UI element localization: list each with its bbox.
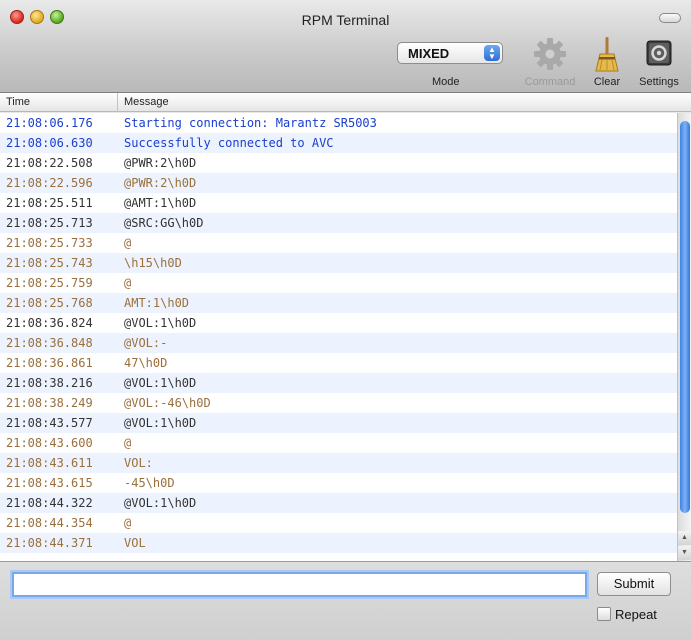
toolbar-toggle-button[interactable] — [659, 13, 681, 23]
row-time: 21:08:36.848 — [6, 336, 93, 350]
gear-icon — [534, 38, 566, 70]
row-time: 21:08:38.216 — [6, 376, 93, 390]
row-time: 21:08:06.176 — [6, 116, 93, 130]
row-message: @VOL:1\h0D — [124, 316, 197, 330]
mode-select-stepper-icon: ▲ ▼ — [484, 45, 500, 61]
table-row[interactable]: 21:08:43.577 @VOL:1\h0D — [0, 413, 677, 433]
row-time: 21:08:25.733 — [6, 236, 93, 250]
table-row[interactable]: 21:08:44.371 VOL — [0, 533, 677, 553]
row-time: 21:08:44.322 — [6, 496, 93, 510]
row-time: 21:08:36.861 — [6, 356, 93, 370]
table-row[interactable]: 21:08:43.600 @ — [0, 433, 677, 453]
table-row[interactable]: 21:08:25.733 @ — [0, 233, 677, 253]
table-header: Time Message — [0, 93, 691, 112]
table-row[interactable]: 21:08:44.354 @ — [0, 513, 677, 533]
row-message: VOL — [124, 536, 146, 550]
row-message: @VOL:- — [124, 336, 168, 350]
row-time: 21:08:25.713 — [6, 216, 93, 230]
command-input[interactable] — [12, 572, 587, 597]
row-message: @VOL:1\h0D — [124, 496, 197, 510]
repeat-checkbox[interactable]: Repeat — [597, 605, 657, 623]
row-message: @VOL:1\h0D — [124, 376, 197, 390]
row-time: 21:08:43.577 — [6, 416, 93, 430]
repeat-label: Repeat — [615, 606, 657, 622]
row-time: 21:08:25.511 — [6, 196, 93, 210]
table-row[interactable]: 21:08:22.508 @PWR:2\h0D — [0, 153, 677, 173]
table-row[interactable]: 21:08:06.630 Successfully connected to AV… — [0, 133, 677, 153]
submit-button[interactable]: Submit — [597, 572, 671, 596]
scroll-up-icon[interactable]: ▲ — [678, 531, 691, 545]
settings-label: Settings — [639, 76, 679, 88]
row-time: 21:08:25.768 — [6, 296, 93, 310]
row-message: @PWR:2\h0D — [124, 156, 197, 170]
table-row[interactable]: 21:08:44.322 @VOL:1\h0D — [0, 493, 677, 513]
row-message: \h15\h0D — [124, 256, 182, 270]
mode-select-value: MIXED — [408, 46, 450, 61]
title-toolbar: RPM Terminal MIXED ▲ ▼ Mode Command Clea… — [0, 0, 691, 93]
row-message: @VOL:1\h0D — [124, 416, 197, 430]
row-message: @VOL:-46\h0D — [124, 396, 211, 410]
row-time: 21:08:43.615 — [6, 476, 93, 490]
vertical-scrollbar[interactable]: ▲ ▼ — [677, 113, 691, 561]
row-message: @ — [124, 276, 132, 290]
row-time: 21:08:44.354 — [6, 516, 93, 530]
table-row[interactable]: 21:08:25.743 \h15\h0D — [0, 253, 677, 273]
table-row[interactable]: 21:08:25.713 @SRC:GG\h0D — [0, 213, 677, 233]
row-message: Starting connection: Marantz SR5003 — [124, 116, 377, 130]
table-row[interactable]: 21:08:25.511 @AMT:1\h0D — [0, 193, 677, 213]
row-message: @ — [124, 436, 132, 450]
row-message: 47\h0D — [124, 356, 168, 370]
table-row[interactable]: 21:08:36.824 @VOL:1\h0D — [0, 313, 677, 333]
row-time: 21:08:25.743 — [6, 256, 93, 270]
row-message: @ — [124, 236, 132, 250]
row-time: 21:08:22.508 — [6, 156, 93, 170]
table-row[interactable]: 21:08:43.615 -45\h0D — [0, 473, 677, 493]
table-row[interactable]: 21:08:25.768 AMT:1\h0D — [0, 293, 677, 313]
row-message: @ — [124, 516, 132, 530]
clear-toolbar-button[interactable]: Clear — [589, 36, 625, 92]
row-time: 21:08:36.824 — [6, 316, 93, 330]
time-column-header[interactable]: Time — [6, 96, 30, 108]
table-row[interactable]: 21:08:06.176 Starting connection: Marantz… — [0, 113, 677, 133]
window-title: RPM Terminal — [301, 12, 390, 28]
table-row[interactable]: 21:08:36.848 @VOL:- — [0, 333, 677, 353]
message-column-header[interactable]: Message — [124, 96, 169, 108]
mode-label: Mode — [432, 76, 460, 88]
row-message: Successfully connected to AVC — [124, 136, 334, 150]
column-divider[interactable] — [117, 93, 118, 112]
scroll-down-icon[interactable]: ▼ — [678, 546, 691, 560]
row-time: 21:08:25.759 — [6, 276, 93, 290]
row-message: AMT:1\h0D — [124, 296, 190, 310]
row-time: 21:08:38.249 — [6, 396, 93, 410]
row-message: @PWR:2\h0D — [124, 176, 197, 190]
row-time: 21:08:22.596 — [6, 176, 93, 190]
command-bar: Submit Repeat — [0, 561, 691, 640]
command-toolbar-button[interactable]: Command — [518, 36, 582, 92]
row-message: VOL: — [124, 456, 153, 470]
table-row[interactable]: 21:08:22.596 @PWR:2\h0D — [0, 173, 677, 193]
command-label: Command — [524, 76, 576, 88]
row-time: 21:08:06.630 — [6, 136, 93, 150]
mode-select[interactable]: MIXED ▲ ▼ — [397, 42, 503, 64]
settings-toolbar-button[interactable]: Settings — [630, 36, 688, 92]
row-time: 21:08:43.600 — [6, 436, 93, 450]
repeat-checkbox-box[interactable] — [597, 607, 611, 621]
table-row[interactable]: 21:08:43.611 VOL: — [0, 453, 677, 473]
broom-icon — [595, 37, 619, 72]
table-row[interactable]: 21:08:38.216 @VOL:1\h0D — [0, 373, 677, 393]
message-log[interactable]: 21:08:06.176 Starting connection: Marantz… — [0, 113, 677, 561]
rpm-terminal-window: RPM Terminal MIXED ▲ ▼ Mode Command Clea… — [0, 0, 691, 640]
table-row[interactable]: 21:08:36.861 47\h0D — [0, 353, 677, 373]
row-time: 21:08:43.611 — [6, 456, 93, 470]
table-row[interactable]: 21:08:38.249 @VOL:-46\h0D — [0, 393, 677, 413]
row-message: @SRC:GG\h0D — [124, 216, 204, 230]
table-row[interactable]: 21:08:25.759 @ — [0, 273, 677, 293]
scrollbar-thumb[interactable] — [680, 121, 690, 513]
clear-label: Clear — [593, 76, 621, 88]
row-message: @AMT:1\h0D — [124, 196, 197, 210]
row-message: -45\h0D — [124, 476, 175, 490]
settings-icon — [646, 40, 672, 66]
row-time: 21:08:44.371 — [6, 536, 93, 550]
